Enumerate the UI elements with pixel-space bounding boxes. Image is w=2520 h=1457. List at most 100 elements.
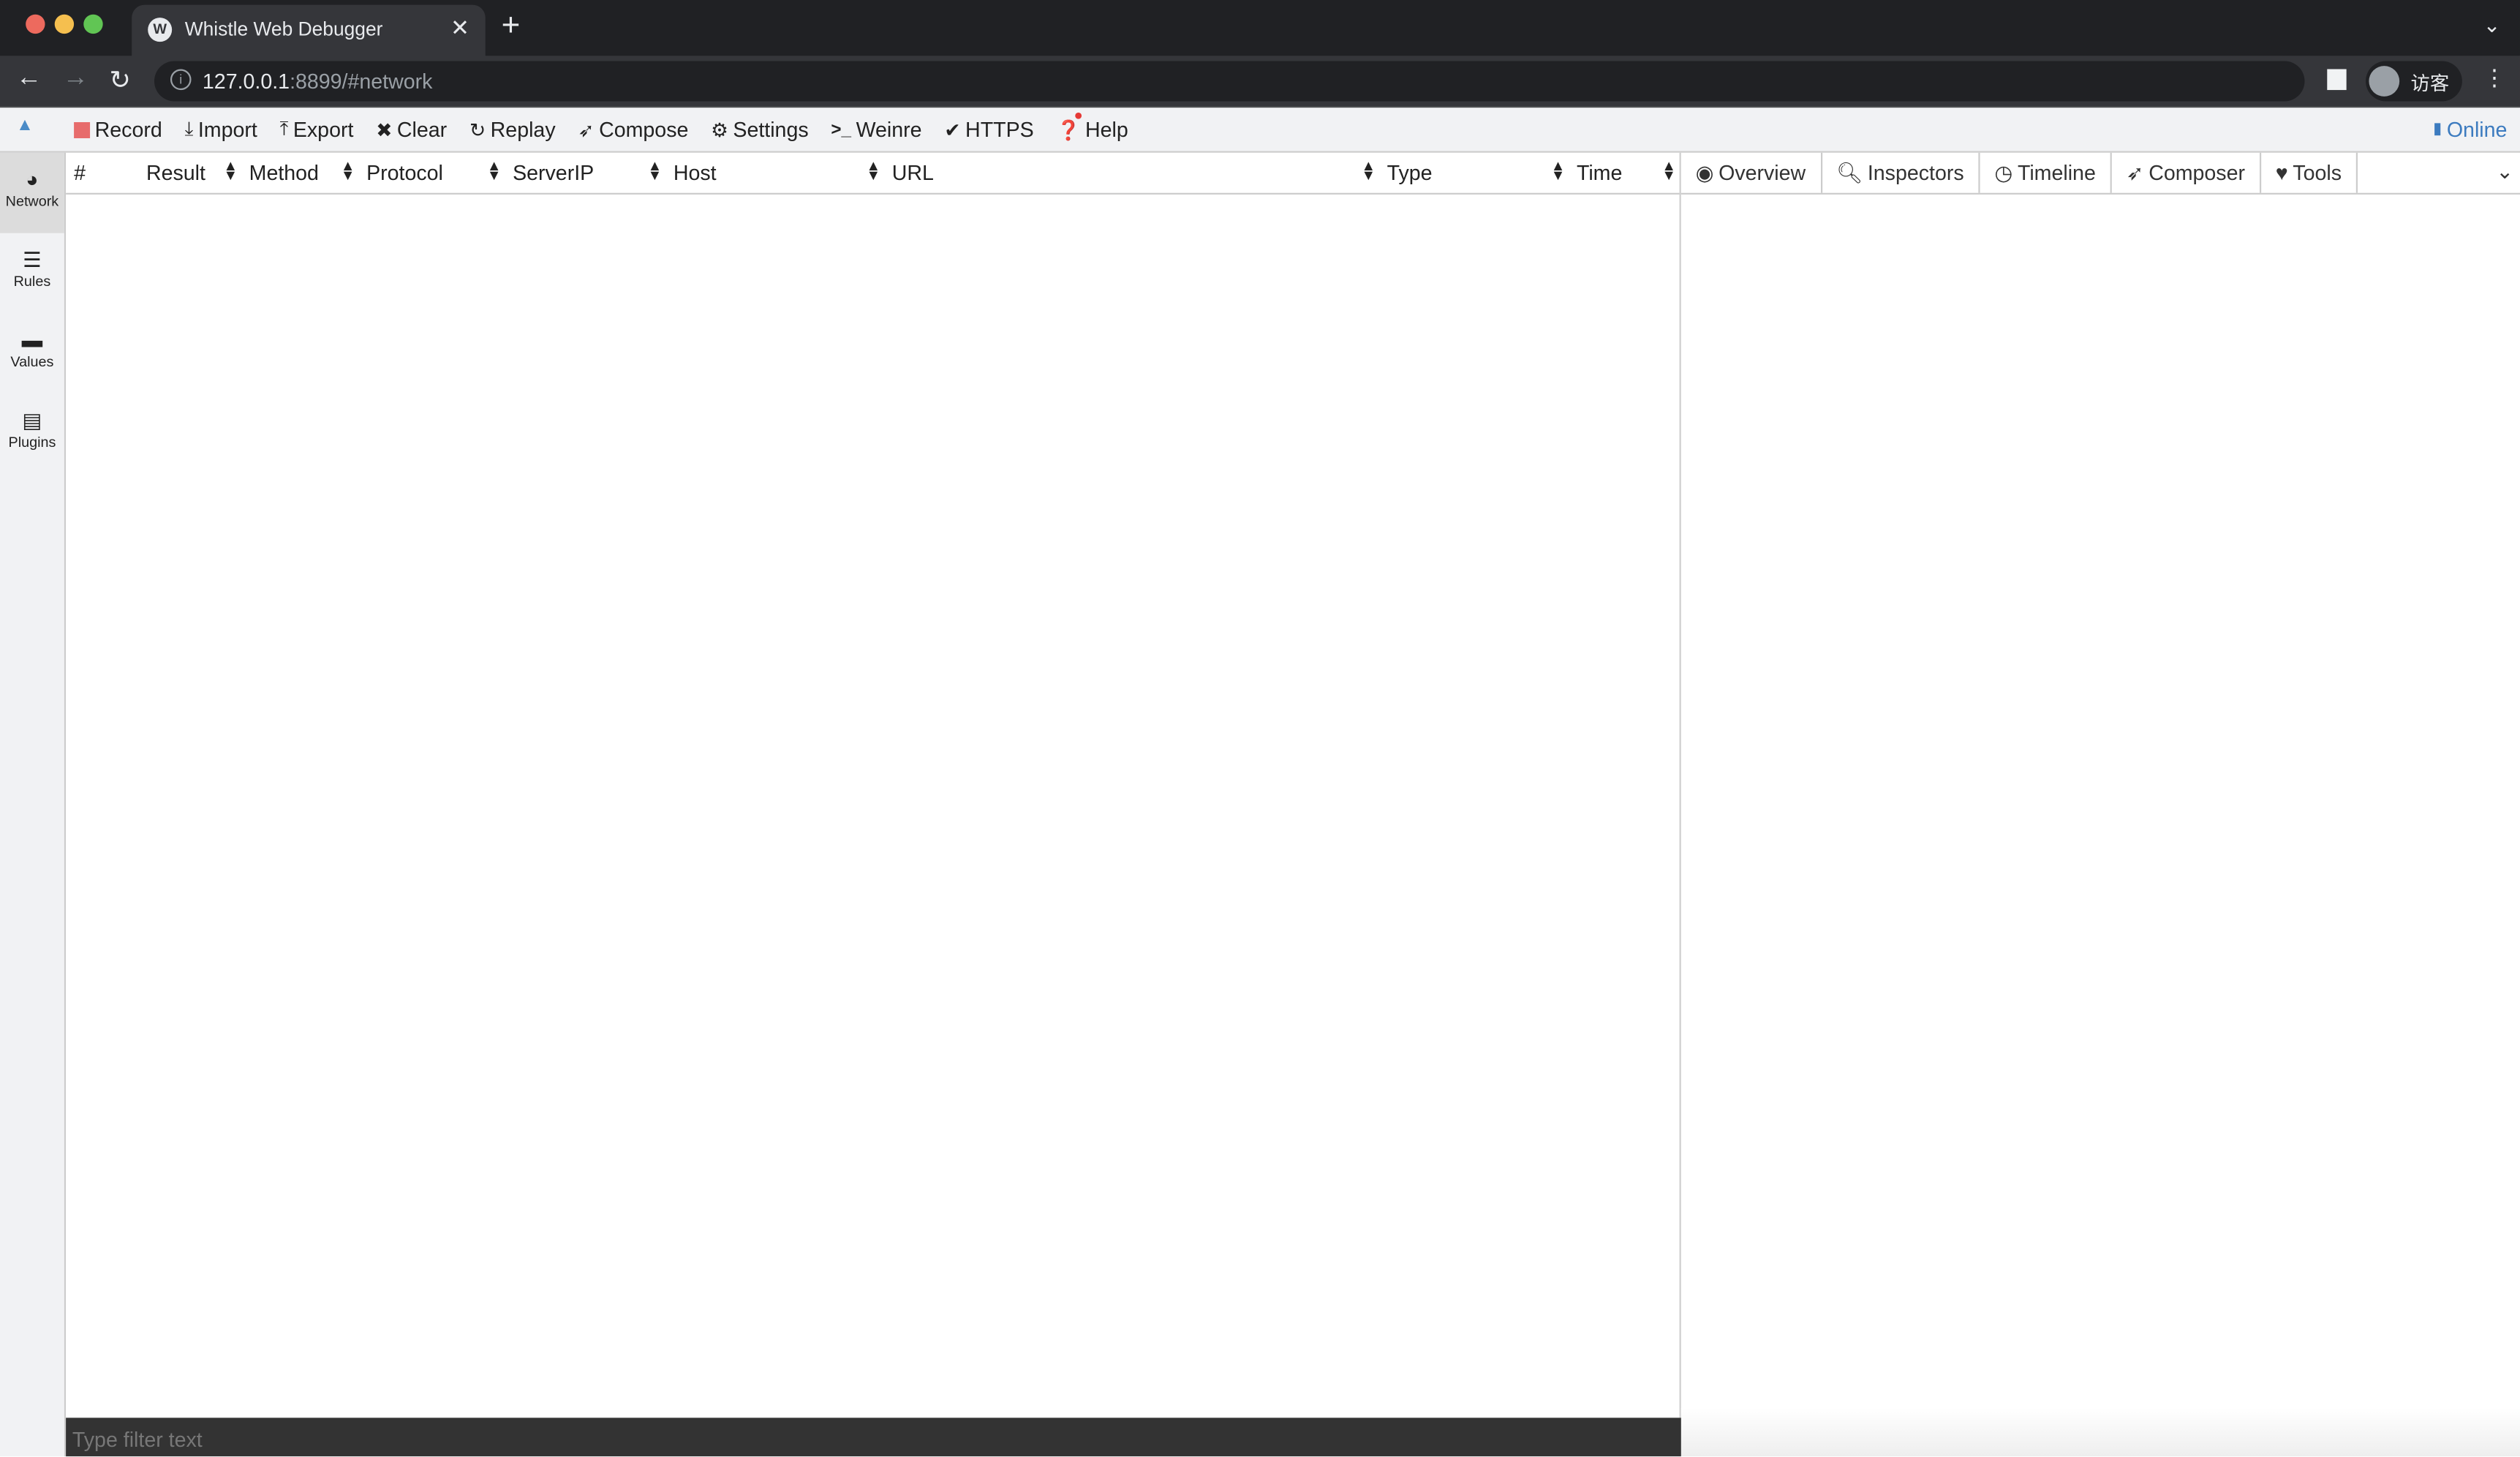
back-button[interactable]: ←: [16, 64, 42, 94]
export-label: Export: [293, 117, 354, 142]
profile-button[interactable]: 访客: [2366, 61, 2462, 102]
question-circle-icon: ❓: [1056, 118, 1081, 141]
clear-label: Clear: [396, 117, 448, 142]
help-notification-dot: [1075, 112, 1082, 119]
sort-icon[interactable]: ▲ ▼: [1361, 158, 1376, 182]
search-icon: 🔍︎: [1836, 159, 1863, 184]
toolbar-items: Record ⤓ Import ⤒ Export ✖ Clear ↻ Replay ➶ C…: [74, 112, 1128, 142]
tab-title: Whistle Web Debugger: [184, 18, 383, 40]
https-button[interactable]: ✔ HTTPS: [944, 117, 1033, 141]
new-tab-button[interactable]: +: [502, 8, 521, 45]
replay-button[interactable]: ↻ Replay: [469, 117, 556, 141]
terminal-icon: >_: [831, 119, 851, 140]
import-button[interactable]: ⤓ Import: [185, 117, 257, 141]
eye-icon: ◉: [1695, 159, 1714, 184]
clear-button[interactable]: ✖ Clear: [376, 117, 447, 141]
column-header-type[interactable]: Type: [1387, 161, 1433, 185]
sidebar-item-label: Plugins: [8, 434, 56, 451]
whistle-favicon-icon: W: [148, 18, 173, 42]
browser-menu-icon[interactable]: ⋮: [2483, 64, 2505, 91]
sort-icon[interactable]: ▲ ▼: [648, 158, 663, 182]
request-list[interactable]: # Result ▲ ▼ Method ▲ ▼ Protocol ▲ ▼ Server…: [66, 152, 1681, 1418]
maximize-window-button[interactable]: [83, 14, 103, 34]
import-label: Import: [197, 117, 257, 142]
tab-label: Overview: [1719, 160, 1806, 185]
column-header-method[interactable]: Method: [249, 161, 319, 185]
tab-close-icon[interactable]: ✕: [450, 15, 469, 42]
help-button[interactable]: ❓ Help: [1056, 112, 1128, 142]
column-header-result[interactable]: Result: [146, 161, 205, 185]
sidebar-item-label: Rules: [13, 273, 51, 290]
close-window-button[interactable]: [26, 14, 45, 34]
column-header-index[interactable]: #: [74, 161, 86, 185]
clock-icon: ◷: [1994, 159, 2013, 184]
online-button[interactable]: ▮ Online: [2433, 117, 2507, 141]
globe-icon: ◕: [26, 167, 39, 192]
sidebar-item-plugins[interactable]: ▤ Plugins: [0, 394, 64, 474]
sidebar-item-label: Values: [10, 353, 54, 370]
screen: W Whistle Web Debugger ✕ + ⌄ ← → ↻ i 127…: [0, 0, 2520, 1457]
column-header-url[interactable]: URL: [892, 161, 934, 185]
record-button[interactable]: Record: [74, 117, 162, 141]
compose-button[interactable]: ➶ Compose: [578, 117, 688, 141]
sidebar-item-rules[interactable]: ☰ Rules: [0, 233, 64, 314]
clear-icon: ✖: [376, 118, 393, 141]
browser-nav-bar: ← → ↻ i 127.0.0.1:8899/#network 访客 ⋮: [0, 56, 2520, 108]
sort-icon[interactable]: ▲ ▼: [1551, 158, 1566, 182]
tab-timeline[interactable]: ◷ Timeline: [1980, 152, 2112, 193]
check-icon: ✔: [944, 118, 961, 141]
replay-icon: ↻: [469, 118, 486, 141]
column-header-host[interactable]: Host: [674, 161, 717, 185]
tab-label: Inspectors: [1867, 160, 1964, 185]
weinre-button[interactable]: >_ Weinre: [831, 117, 921, 141]
list-alt-icon: ▤: [22, 408, 42, 433]
sidebar-item-label: Network: [5, 192, 59, 209]
column-header-protocol[interactable]: Protocol: [366, 161, 443, 185]
site-info-icon[interactable]: i: [170, 69, 192, 91]
filter-bar: [66, 1418, 1681, 1457]
detail-bottom-shade: [1680, 1408, 2520, 1457]
tab-inspectors[interactable]: 🔍︎ Inspectors: [1822, 152, 1980, 193]
address-bar[interactable]: i 127.0.0.1:8899/#network: [154, 61, 2305, 102]
settings-button[interactable]: ⚙ Settings: [711, 117, 809, 141]
column-header-time[interactable]: Time: [1577, 161, 1622, 185]
sort-icon[interactable]: ▲ ▼: [487, 158, 502, 182]
collapse-toolbar-icon[interactable]: ▲: [16, 116, 34, 135]
tab-search-chevron-icon[interactable]: ⌄: [2483, 13, 2501, 39]
detail-tabs: ◉ Overview 🔍︎ Inspectors ◷ Timeline ➶ Compos…: [1680, 152, 2520, 195]
chevron-down-icon[interactable]: ⌄: [2496, 159, 2513, 185]
import-icon: ⤓: [184, 117, 194, 140]
paper-plane-icon: ➶: [2126, 159, 2144, 184]
sidebar-item-network[interactable]: ◕ Network: [0, 152, 64, 233]
detail-panel: ◉ Overview 🔍︎ Inspectors ◷ Timeline ➶ Compos…: [1680, 152, 2520, 1457]
sort-icon[interactable]: ▲ ▼: [341, 158, 355, 182]
gear-icon: ⚙: [711, 118, 728, 141]
folder-icon: ▬: [21, 328, 43, 353]
export-icon: ⤒: [279, 117, 289, 140]
sidebar-item-values[interactable]: ▬ Values: [0, 314, 64, 394]
tab-overview[interactable]: ◉ Overview: [1681, 152, 1822, 193]
browser-tab[interactable]: W Whistle Web Debugger ✕: [132, 4, 486, 56]
sort-icon[interactable]: ▲ ▼: [223, 158, 238, 182]
filter-input[interactable]: [66, 1418, 1670, 1457]
tab-composer[interactable]: ➶ Composer: [2112, 152, 2261, 193]
url-text[interactable]: 127.0.0.1:8899/#network: [203, 69, 433, 94]
side-panel-icon[interactable]: [2327, 69, 2347, 91]
profile-name: 访客: [2410, 72, 2450, 95]
column-header-serverip[interactable]: ServerIP: [513, 161, 594, 185]
browser-tab-bar: W Whistle Web Debugger ✕ + ⌄: [0, 0, 2520, 56]
minimize-window-button[interactable]: [54, 14, 75, 34]
sort-icon[interactable]: ▲ ▼: [1661, 158, 1676, 182]
tab-tools[interactable]: ♥ Tools: [2261, 152, 2358, 193]
list-icon: ☰: [23, 247, 42, 272]
app-toolbar: ▲ Record ⤓ Import ⤒ Export ✖ Clear ↻ Replay …: [0, 108, 2520, 153]
sidebar: ◕ Network ☰ Rules ▬ Values ▤ Plugins: [0, 152, 67, 1457]
bar-chart-icon: ▮: [2433, 120, 2442, 139]
avatar-icon: [2369, 66, 2400, 97]
table-header: # Result ▲ ▼ Method ▲ ▼ Protocol ▲ ▼ Server…: [66, 153, 1680, 195]
forward-button[interactable]: →: [63, 64, 88, 94]
help-label: Help: [1084, 117, 1128, 142]
sort-icon[interactable]: ▲ ▼: [867, 158, 881, 182]
reload-button[interactable]: ↻: [109, 64, 130, 97]
export-button[interactable]: ⤒ Export: [280, 117, 354, 141]
